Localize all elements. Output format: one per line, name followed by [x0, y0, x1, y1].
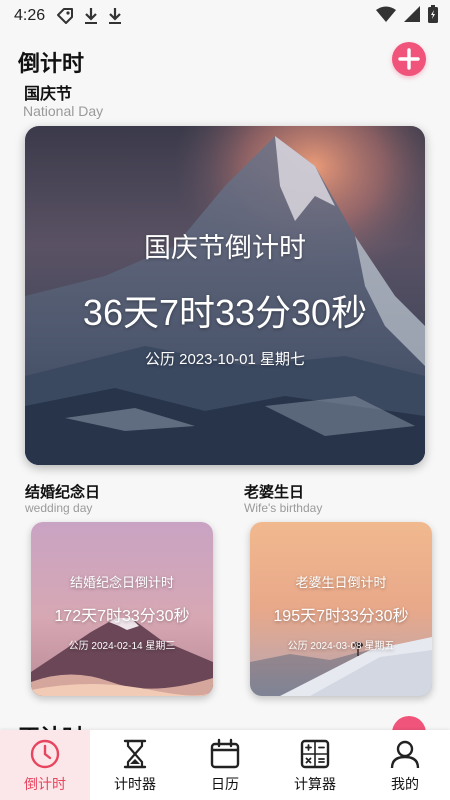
nav-tab-calendar[interactable]: 日历 [180, 730, 270, 800]
user-icon [389, 738, 421, 770]
nav-tab-profile[interactable]: 我的 [360, 730, 450, 800]
birthday-countdown-card[interactable]: 老婆生日倒计时 195天7时33分30秒 公历 2024-03-08 星期五 [250, 522, 432, 696]
event-subtitle-birthday: Wife's birthday [244, 501, 323, 515]
download-icon [83, 7, 99, 25]
calendar-icon [209, 738, 241, 770]
featured-card-title: 国庆节倒计时 [144, 233, 306, 263]
download-icon [107, 7, 123, 25]
bottom-nav: 倒计时 计时器 日历 计算器 我的 [0, 730, 450, 800]
hourglass-icon [119, 738, 151, 770]
wedding-countdown-card[interactable]: 结婚纪念日倒计时 172天7时33分30秒 公历 2024-02-14 星期三 [31, 522, 213, 696]
event-subtitle-wedding: wedding day [25, 501, 93, 515]
status-time: 4:26 [14, 7, 46, 24]
tag-icon [55, 6, 75, 26]
wifi-icon [376, 6, 396, 27]
nav-label-countdown: 倒计时 [24, 776, 66, 792]
nav-tab-timer[interactable]: 计时器 [90, 730, 180, 800]
nav-label-timer: 计时器 [114, 776, 156, 792]
nav-label-profile: 我的 [391, 776, 419, 792]
signal-icon [404, 5, 420, 27]
add-countdown-button[interactable] [392, 42, 426, 76]
birthday-countdown: 195天7时33分30秒 [273, 608, 409, 625]
nav-tab-calculator[interactable]: 计算器 [270, 730, 360, 800]
clock-icon [29, 738, 61, 770]
wedding-date: 公历 2024-02-14 星期三 [68, 641, 176, 652]
birthday-card-title: 老婆生日倒计时 [295, 575, 387, 590]
calculator-icon [299, 738, 331, 770]
battery-icon [428, 4, 438, 28]
plus-icon [398, 48, 420, 70]
page-title: 倒计时 [18, 51, 85, 76]
nav-tab-countdown[interactable]: 倒计时 [0, 730, 90, 800]
birthday-date: 公历 2024-03-08 星期五 [287, 641, 395, 652]
wedding-countdown: 172天7时33分30秒 [54, 608, 190, 625]
event-name-birthday: 老婆生日 [244, 484, 305, 501]
event-name-wedding: 结婚纪念日 [25, 484, 101, 501]
featured-event-subtitle: National Day [23, 103, 104, 119]
featured-event-name: 国庆节 [24, 86, 73, 103]
wedding-card-title: 结婚纪念日倒计时 [69, 575, 174, 590]
featured-countdown-card[interactable]: 国庆节倒计时 36天7时33分30秒 公历 2023-10-01 星期七 [25, 126, 425, 465]
featured-date: 公历 2023-10-01 星期七 [144, 351, 306, 368]
featured-countdown: 36天7时33分30秒 [82, 292, 368, 333]
status-bar: 4:26 [0, 0, 450, 32]
nav-label-calendar: 日历 [211, 776, 239, 792]
nav-label-calculator: 计算器 [294, 776, 336, 792]
